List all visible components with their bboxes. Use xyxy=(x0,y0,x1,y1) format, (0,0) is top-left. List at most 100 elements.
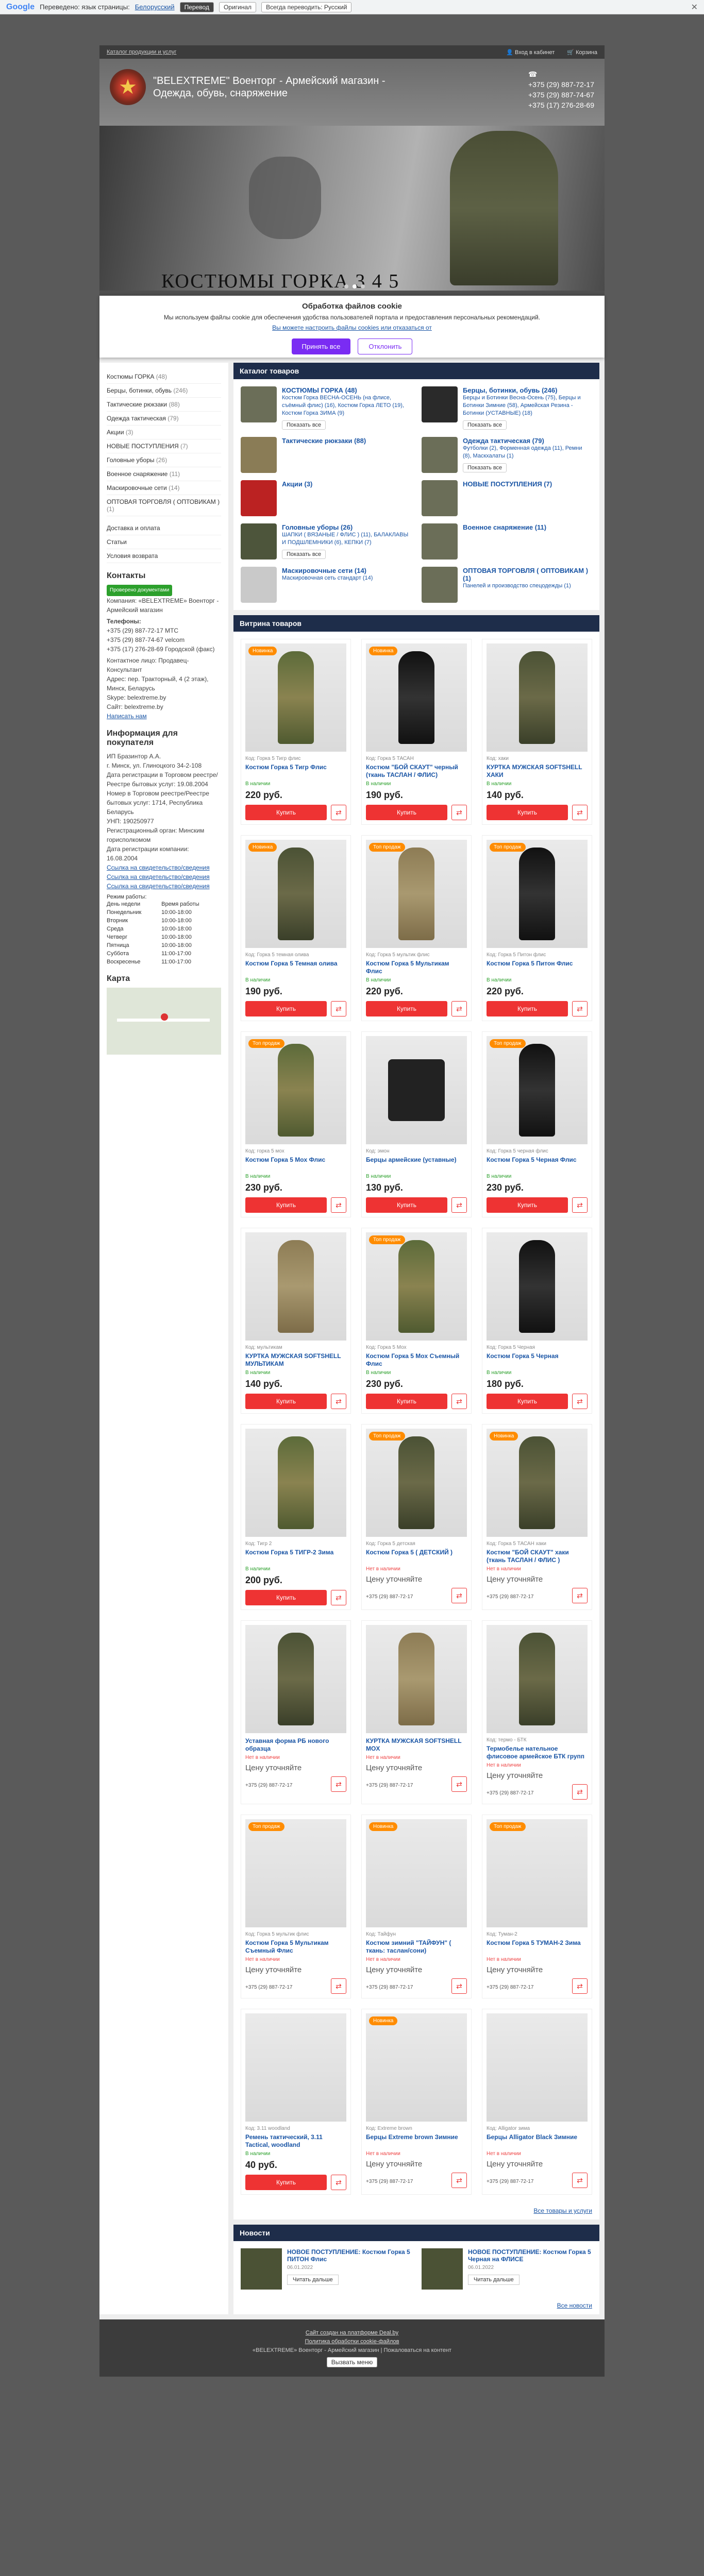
compare-icon[interactable]: ⇄ xyxy=(331,1197,346,1213)
buy-button[interactable]: Купить xyxy=(487,1001,568,1016)
buy-button[interactable]: Купить xyxy=(245,2175,327,2190)
news-title-link[interactable]: НОВОЕ ПОСТУПЛЕНИЕ: Костюм Горка 5 Черная… xyxy=(468,2248,592,2263)
product-phone[interactable]: +375 (29) 887-72-17 xyxy=(366,1783,447,1788)
catalog-thumb[interactable] xyxy=(422,523,458,560)
original-button[interactable]: Оригинал xyxy=(219,2,257,12)
product-name[interactable]: Костюм "БОЙ СКАУТ" хаки (ткань ТАСЛАН / … xyxy=(487,1549,588,1564)
product-photo[interactable] xyxy=(245,1232,346,1341)
catalog-subcategories[interactable]: Маскировочная сеть стандарт (14) xyxy=(282,574,373,582)
product-name[interactable]: Берцы армейские (уставные) xyxy=(366,1156,467,1172)
product-phone[interactable]: +375 (29) 887-72-17 xyxy=(245,1783,327,1788)
news-thumb[interactable] xyxy=(241,2248,282,2290)
compare-icon[interactable]: ⇄ xyxy=(572,1001,588,1016)
catalog-item[interactable]: Тактические рюкзаки (88) xyxy=(241,437,411,473)
footer-link-platform[interactable]: Сайт создан на платформе Deal.by xyxy=(306,2330,398,2336)
cert-link[interactable]: Ссылка на свидетельство/сведения xyxy=(107,873,210,880)
translated-button[interactable]: Перевод xyxy=(179,2,214,12)
sidebar-category[interactable]: Одежда тактическая (79) xyxy=(107,412,221,426)
compare-icon[interactable]: ⇄ xyxy=(331,1590,346,1605)
compare-icon[interactable]: ⇄ xyxy=(572,1978,588,1994)
compare-icon[interactable]: ⇄ xyxy=(572,1784,588,1800)
catalog-subcategories[interactable]: ШАПКИ ( ВЯЗАНЫЕ / ФЛИС ) (11), БАЛАКЛАВЫ… xyxy=(282,531,411,547)
product-photo[interactable] xyxy=(245,1429,346,1537)
close-icon[interactable]: ✕ xyxy=(691,2,698,12)
compare-icon[interactable]: ⇄ xyxy=(572,1588,588,1603)
feedback-link[interactable]: Написать нам xyxy=(107,713,147,720)
catalog-item-title[interactable]: Головные уборы (26) xyxy=(282,523,411,531)
logo[interactable]: ★ "BELEXTREME" Военторг - Армейский мага… xyxy=(110,69,390,105)
catalog-subcategories[interactable]: Футболки (2), Форменная одежда (11), Рем… xyxy=(463,445,592,460)
catalog-subcategories[interactable]: Берцы и Ботинки Весна-Осень (75), Берцы … xyxy=(463,394,592,417)
catalog-item[interactable]: КОСТЮМЫ ГОРКА (48) Костюм Горка ВЕСНА-ОСЕ… xyxy=(241,386,411,430)
catalog-item[interactable]: Военное снаряжение (11) xyxy=(422,523,592,560)
catalog-item-title[interactable]: Тактические рюкзаки (88) xyxy=(282,437,366,445)
catalog-item[interactable]: ОПТОВАЯ ТОРГОВЛЯ ( ОПТОВИКАМ ) (1) Панеле… xyxy=(422,567,592,603)
catalog-thumb[interactable] xyxy=(422,567,458,603)
cert-link[interactable]: Ссылка на свидетельство/сведения xyxy=(107,883,210,890)
footer-link-cookie[interactable]: Политика обработки cookie-файлов xyxy=(305,2338,399,2345)
product-photo[interactable]: Топ продаж xyxy=(487,1819,588,1927)
sidebar-link-delivery[interactable]: Доставка и оплата xyxy=(107,521,221,535)
sidebar-phone[interactable]: +375 (29) 887-74-67 velcom xyxy=(107,635,221,645)
catalog-item-title[interactable]: Берцы, ботинки, обувь (246) xyxy=(463,386,592,394)
compare-icon[interactable]: ⇄ xyxy=(331,1394,346,1409)
product-photo[interactable]: Топ продаж xyxy=(366,1232,467,1341)
catalog-item-title[interactable]: НОВЫЕ ПОСТУПЛЕНИЯ (7) xyxy=(463,480,552,488)
buy-button[interactable]: Купить xyxy=(487,1394,568,1409)
sidebar-category[interactable]: Военное снаряжение (11) xyxy=(107,467,221,481)
sidebar-category[interactable]: Головные уборы (26) xyxy=(107,453,221,467)
compare-icon[interactable]: ⇄ xyxy=(331,2175,346,2190)
product-name[interactable]: Берцы Extreme brown Зимние xyxy=(366,2133,467,2149)
compare-icon[interactable]: ⇄ xyxy=(451,1978,467,1994)
product-name[interactable]: КУРТКА МУЖСКАЯ SOFTSHELL МУЛЬТИКАМ xyxy=(245,1352,346,1368)
catalog-thumb[interactable] xyxy=(241,567,277,603)
compare-icon[interactable]: ⇄ xyxy=(572,805,588,820)
product-photo[interactable]: Топ продаж xyxy=(487,840,588,948)
sidebar-phone[interactable]: +375 (17) 276-28-69 Городской (факс) xyxy=(107,645,221,654)
catalog-item[interactable]: Акции (3) xyxy=(241,480,411,516)
phone-2[interactable]: +375 (29) 887-74-67 xyxy=(528,90,594,100)
banner-dot[interactable] xyxy=(353,284,357,289)
all-products-link[interactable]: Все товары и услуги xyxy=(533,2207,592,2214)
product-name[interactable]: Термобелье нательное флисовое армейское … xyxy=(487,1745,588,1760)
sidebar-category[interactable]: Тактические рюкзаки (88) xyxy=(107,398,221,412)
catalog-thumb[interactable] xyxy=(422,480,458,516)
buy-button[interactable]: Купить xyxy=(245,805,327,820)
sidebar-category[interactable]: Костюмы ГОРКА (48) xyxy=(107,370,221,384)
product-name[interactable]: Костюм Горка 5 Тигр Флис xyxy=(245,764,346,779)
catalog-item[interactable]: Берцы, ботинки, обувь (246) Берцы и Ботин… xyxy=(422,386,592,430)
news-title-link[interactable]: НОВОЕ ПОСТУПЛЕНИЕ: Костюм Горка 5 ПИТОН … xyxy=(287,2248,411,2263)
menu-button[interactable]: Вызвать меню xyxy=(326,2357,378,2367)
banner-dot[interactable] xyxy=(344,284,348,289)
product-photo[interactable]: Топ продаж xyxy=(366,1429,467,1537)
buy-button[interactable]: Купить xyxy=(245,1590,327,1605)
always-translate-button[interactable]: Всегда переводить: Русский xyxy=(261,2,352,12)
catalog-link[interactable]: Каталог продукции и услуг xyxy=(107,49,176,55)
catalog-item[interactable]: Одежда тактическая (79) Футболки (2), Фор… xyxy=(422,437,592,473)
product-name[interactable]: Берцы Alligator Black Зимние xyxy=(487,2133,588,2149)
product-name[interactable]: Уставная форма РБ нового образца xyxy=(245,1737,346,1753)
product-phone[interactable]: +375 (29) 887-72-17 xyxy=(366,1985,447,1990)
sidebar-phone[interactable]: +375 (29) 887-72-17 МТС xyxy=(107,626,221,635)
product-name[interactable]: Костюм Горка 5 Темная олива xyxy=(245,960,346,975)
buy-button[interactable]: Купить xyxy=(245,1394,327,1409)
product-photo[interactable] xyxy=(487,1625,588,1733)
product-photo[interactable]: Новинка xyxy=(245,840,346,948)
product-photo[interactable]: Топ продаж xyxy=(245,1036,346,1144)
compare-icon[interactable]: ⇄ xyxy=(451,1776,467,1792)
product-name[interactable]: Костюм Горка 5 ТУМАН-2 Зима xyxy=(487,1939,588,1955)
compare-icon[interactable]: ⇄ xyxy=(331,1001,346,1016)
sidebar-category[interactable]: Акции (3) xyxy=(107,426,221,439)
catalog-thumb[interactable] xyxy=(241,386,277,422)
product-photo[interactable] xyxy=(245,2013,346,2122)
product-name[interactable]: КУРТКА МУЖСКАЯ SOFTSHELL MOX xyxy=(366,1737,467,1753)
product-phone[interactable]: +375 (29) 887-72-17 xyxy=(245,1985,327,1990)
product-name[interactable]: Костюм Горка 5 ТИГР-2 Зима xyxy=(245,1549,346,1564)
catalog-thumb[interactable] xyxy=(422,386,458,422)
product-photo[interactable]: Топ продаж xyxy=(366,840,467,948)
compare-icon[interactable]: ⇄ xyxy=(572,1197,588,1213)
product-photo[interactable]: Новинка xyxy=(245,643,346,752)
product-phone[interactable]: +375 (29) 887-72-17 xyxy=(487,1594,568,1600)
cookie-decline-button[interactable]: Отклонить xyxy=(358,338,413,354)
sidebar-link-articles[interactable]: Статьи xyxy=(107,535,221,549)
